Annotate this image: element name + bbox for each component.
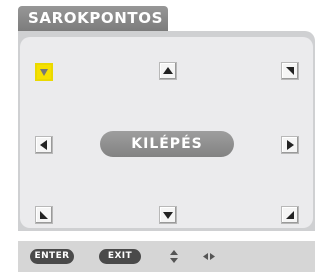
corner-top-center-button[interactable] (159, 62, 177, 80)
arrow-down-icon (163, 212, 173, 219)
keystone-dialog: SAROKPONTOS KILÉPÉS ENTER EXIT (0, 0, 327, 272)
arrow-up-right-icon (40, 211, 48, 219)
corner-middle-left-button[interactable] (35, 136, 53, 154)
corner-bottom-center-button[interactable] (159, 206, 177, 224)
arrow-left-icon (40, 140, 47, 150)
arrow-right-icon (287, 140, 294, 150)
arrow-up-icon (163, 67, 173, 74)
arrow-up-left-icon (286, 211, 294, 219)
arrow-down-left-icon (286, 67, 294, 75)
corner-bottom-right-button[interactable] (281, 206, 299, 224)
corner-top-right-button[interactable] (281, 62, 299, 80)
enter-key-hint: ENTER (30, 249, 74, 264)
up-down-arrows-icon (170, 250, 178, 263)
corner-bottom-left-button[interactable] (35, 206, 53, 224)
corner-middle-right-button[interactable] (281, 136, 299, 154)
left-right-arrows-icon (203, 253, 215, 260)
arrow-down-right-icon (40, 69, 48, 76)
exit-button[interactable]: KILÉPÉS (100, 131, 234, 157)
corner-top-left-button[interactable] (35, 63, 53, 81)
footer-bar: ENTER EXIT (18, 241, 315, 272)
exit-key-hint: EXIT (99, 249, 141, 264)
dialog-title: SAROKPONTOS (18, 6, 168, 31)
